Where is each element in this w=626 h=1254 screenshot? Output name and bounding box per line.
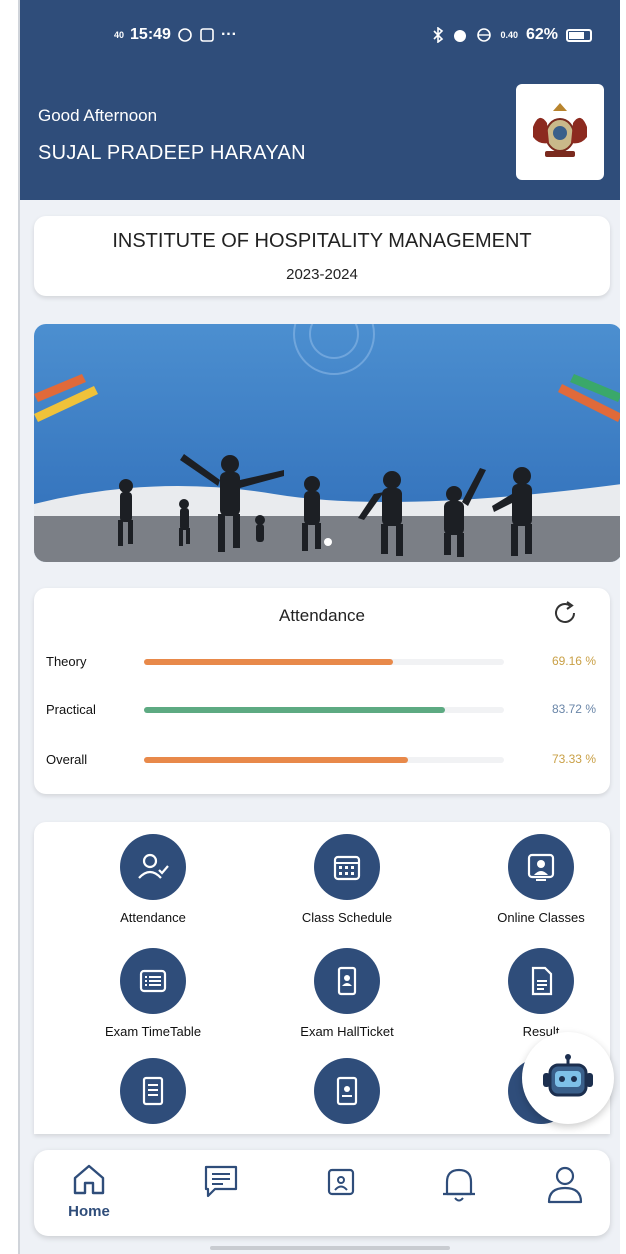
list-icon: [120, 948, 186, 1014]
menu-tile-attendance[interactable]: Attendance: [68, 834, 238, 925]
hotspot-icon: [477, 28, 492, 42]
crest-icon: [533, 103, 587, 157]
bell-icon: [443, 1168, 475, 1202]
home-icon: [73, 1164, 105, 1195]
menu-tile-result[interactable]: Result: [456, 948, 610, 1039]
attendance-bar-fill: [144, 757, 408, 763]
attendance-value: 69.16 %: [551, 654, 596, 668]
menu-tile-exam-hallticket[interactable]: Exam HallTicket: [262, 948, 432, 1039]
institute-card: INSTITUTE OF HOSPITALITY MANAGEMENT 2023…: [34, 216, 610, 296]
chatbot-button[interactable]: [522, 1032, 614, 1124]
attendance-label: Theory: [46, 654, 87, 669]
carousel-dot[interactable]: [324, 538, 332, 546]
menu-tile-label: Attendance: [120, 910, 186, 925]
greeting-text: Good Afternoon: [38, 106, 158, 125]
attendance-card: Attendance Theory 69.16 % Practical 83.7…: [34, 588, 610, 794]
user-icon: [547, 1166, 583, 1204]
app-header: 40 15:49 ··· 0.40 62% Good Afternoon SUJ…: [20, 0, 620, 200]
nav-home-label: Home: [68, 1203, 110, 1220]
attendance-label: Overall: [46, 752, 88, 767]
nav-id-card[interactable]: [306, 1162, 376, 1222]
status-time: 15:49: [130, 26, 171, 43]
id-badge-icon: [314, 948, 380, 1014]
institute-name: INSTITUTE OF HOSPITALITY MANAGEMENT: [112, 230, 532, 252]
attendance-label: Practical: [46, 702, 96, 717]
robot-icon: [543, 1054, 593, 1097]
menu-tile-label: Class Schedule: [301, 910, 393, 925]
nav-home[interactable]: Home: [54, 1162, 124, 1222]
attendance-bar: [144, 757, 504, 763]
network-rate: 0.40: [500, 30, 518, 40]
menu-tile-id-card[interactable]: [262, 1058, 432, 1124]
attendance-title: Attendance: [278, 606, 365, 625]
alarm-icon: [454, 30, 467, 42]
user-name: SUJAL PRADEEP HARAYAN: [38, 142, 306, 164]
more-notifications-icon: ···: [220, 26, 237, 43]
menu-tile-label: Exam HallTicket: [300, 1024, 394, 1039]
institute-logo: [516, 84, 604, 180]
attendance-value: 83.72 %: [551, 702, 596, 716]
academic-year: 2023-2024: [286, 266, 358, 283]
menu-tile-class-schedule[interactable]: Class Schedule: [262, 834, 432, 925]
nav-profile[interactable]: [530, 1162, 600, 1222]
home-indicator: [210, 1246, 450, 1250]
nav-notifications[interactable]: [424, 1162, 494, 1222]
whatsapp-icon: [178, 28, 192, 42]
banner-carousel[interactable]: [34, 324, 620, 562]
bottom-navigation: Home: [34, 1150, 610, 1236]
banner-image: [34, 324, 620, 562]
message-icon: [204, 1165, 238, 1198]
notes-icon: [120, 1058, 186, 1124]
menu-tile-label: Exam TimeTable: [104, 1024, 202, 1039]
status-bar: 40 15:49 ··· 0.40 62%: [20, 22, 620, 52]
attendance-bar: [144, 659, 504, 665]
attendance-row-practical: Practical 83.72 %: [46, 700, 600, 720]
attendance-bar: [144, 707, 504, 713]
attendance-bar-fill: [144, 707, 446, 713]
phone-screen: 40 15:49 ··· 0.40 62% Good Afternoon SUJ…: [18, 0, 620, 1254]
attendance-row-overall: Overall 73.33 %: [46, 750, 600, 770]
document-icon: [508, 948, 574, 1014]
battery-percent: 62%: [525, 26, 558, 43]
profile-card-icon: [327, 1168, 355, 1196]
menu-tile-notes[interactable]: [68, 1058, 238, 1124]
attendance-row-theory: Theory 69.16 %: [46, 652, 600, 672]
bluetooth-icon: [433, 27, 444, 43]
user-check-icon: [120, 834, 186, 900]
menu-tile-exam-timetable[interactable]: Exam TimeTable: [68, 948, 238, 1039]
menu-tile-label: Online Classes: [497, 910, 585, 925]
attendance-bar-fill: [144, 659, 393, 665]
menu-tile-online-classes[interactable]: Online Classes: [456, 834, 610, 925]
calendar-icon: [314, 834, 380, 900]
video-class-icon: [508, 834, 574, 900]
nav-messages[interactable]: [186, 1162, 256, 1222]
gallery-icon: [200, 28, 214, 42]
battery-icon: [566, 28, 592, 42]
refresh-icon[interactable]: [550, 598, 580, 628]
attendance-value: 73.33 %: [551, 752, 596, 766]
signal-icon: 40: [114, 30, 125, 40]
id-card-icon: [314, 1058, 380, 1124]
